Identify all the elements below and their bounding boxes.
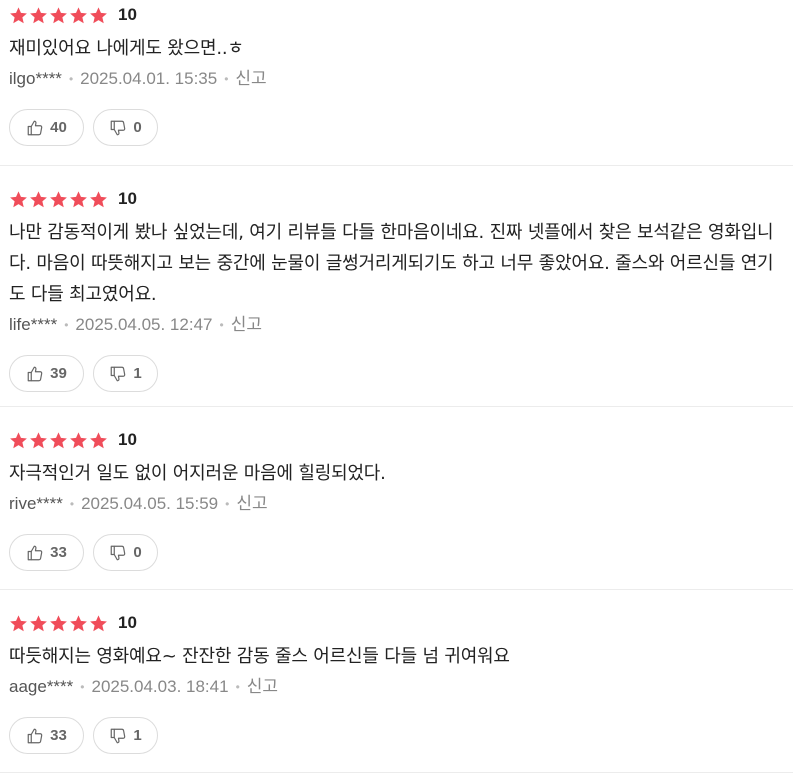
like-count: 40 [50,119,67,136]
review-author: life**** [9,315,58,334]
rating-score: 10 [118,613,137,632]
thumbs-down-icon [110,728,126,743]
like-count: 33 [50,727,67,744]
thumbs-up-icon [27,120,43,135]
dislike-count: 0 [133,119,142,136]
like-button[interactable]: 40 [9,109,84,146]
vote-buttons: 39 1 [9,355,785,392]
star-icon [70,431,87,448]
thumbs-up-icon [27,545,43,560]
star-icon [90,190,107,207]
star-icon [90,6,107,23]
thumbs-down-icon [110,120,126,135]
separator-dot: • [64,318,69,332]
rating: 10 [9,187,785,211]
star-icon [10,431,27,448]
review-date: 2025.04.01. 15:35 [80,69,218,88]
rating: 10 [9,428,785,452]
report-link[interactable]: 신고 [235,68,266,90]
review-text: 재미있어요 나에게도 왔으면..ㅎ [9,38,244,59]
star-icon [50,6,67,23]
star-icon [50,190,67,207]
thumbs-down-icon [110,545,126,560]
like-count: 33 [50,544,67,561]
report-link[interactable]: 신고 [231,314,262,336]
review-item: 10 따듯해지는 영화예요~ 잔잔한 감동 줄스 어르신들 다들 넘 귀여워요 … [0,590,793,773]
dislike-button[interactable]: 0 [93,109,158,146]
vote-buttons: 40 0 [9,109,785,146]
star-icon [50,431,67,448]
review-item: 10 자극적인거 일도 없이 어지러운 마음에 힐링되었다. rive**** … [0,407,793,590]
thumbs-down-icon [110,366,126,381]
separator-dot: • [225,497,230,511]
review-list: 10 재미있어요 나에게도 왔으면..ㅎ ilgo**** • 2025.04.… [0,0,793,773]
review-item: 10 재미있어요 나에게도 왔으면..ㅎ ilgo**** • 2025.04.… [0,0,793,166]
rating: 10 [9,3,785,27]
review-text: 자극적인거 일도 없이 어지러운 마음에 힐링되었다. [9,463,386,484]
star-icon [90,431,107,448]
star-icon [10,6,27,23]
star-icon [70,190,87,207]
review-author: aage**** [9,677,74,696]
star-icon [50,614,67,631]
separator-dot: • [235,680,240,694]
vote-buttons: 33 0 [9,534,785,571]
review-text: 따듯해지는 영화예요~ 잔잔한 감동 줄스 어르신들 다들 넘 귀여워요 [9,646,510,667]
dislike-count: 0 [133,544,142,561]
rating-score: 10 [118,430,137,449]
review-meta: rive**** • 2025.04.05. 15:59 • 신고 [9,493,785,515]
separator-dot: • [69,497,75,511]
review-meta: life**** • 2025.04.05. 12:47 • 신고 [9,314,785,336]
star-icon [70,6,87,23]
star-rating [9,6,108,25]
rating-score: 10 [118,189,137,208]
like-button[interactable]: 33 [9,717,84,754]
report-link[interactable]: 신고 [236,493,267,515]
star-rating [9,190,108,209]
separator-dot: • [68,72,74,86]
dislike-button[interactable]: 1 [93,717,158,754]
like-count: 39 [50,365,67,382]
thumbs-up-icon [27,366,43,381]
separator-dot: • [224,72,229,86]
review-date: 2025.04.03. 18:41 [91,677,229,696]
review-item: 10 나만 감동적이게 봤나 싶었는데, 여기 리뷰들 다들 한마음이네요. 진… [0,166,793,407]
rating: 10 [9,611,785,635]
star-icon [30,6,47,23]
report-link[interactable]: 신고 [247,676,278,698]
dislike-button[interactable]: 0 [93,534,158,571]
review-date: 2025.04.05. 15:59 [81,494,219,513]
star-rating [9,614,108,633]
dislike-count: 1 [133,365,142,382]
rating-score: 10 [118,5,137,24]
separator-dot: • [219,318,224,332]
vote-buttons: 33 1 [9,717,785,754]
star-icon [70,614,87,631]
review-meta: ilgo**** • 2025.04.01. 15:35 • 신고 [9,68,785,90]
star-rating [9,431,108,450]
separator-dot: • [80,680,85,694]
star-icon [30,190,47,207]
review-date: 2025.04.05. 12:47 [75,315,213,334]
star-icon [30,614,47,631]
like-button[interactable]: 33 [9,534,84,571]
star-icon [10,614,27,631]
dislike-count: 1 [133,727,142,744]
thumbs-up-icon [27,728,43,743]
review-author: ilgo**** [9,69,62,88]
star-icon [90,614,107,631]
dislike-button[interactable]: 1 [93,355,158,392]
review-author: rive**** [9,494,63,513]
like-button[interactable]: 39 [9,355,84,392]
star-icon [30,431,47,448]
star-icon [10,190,27,207]
review-text: 나만 감동적이게 봤나 싶었는데, 여기 리뷰들 다들 한마음이네요. 진짜 넷… [9,222,774,305]
review-meta: aage**** • 2025.04.03. 18:41 • 신고 [9,676,785,698]
